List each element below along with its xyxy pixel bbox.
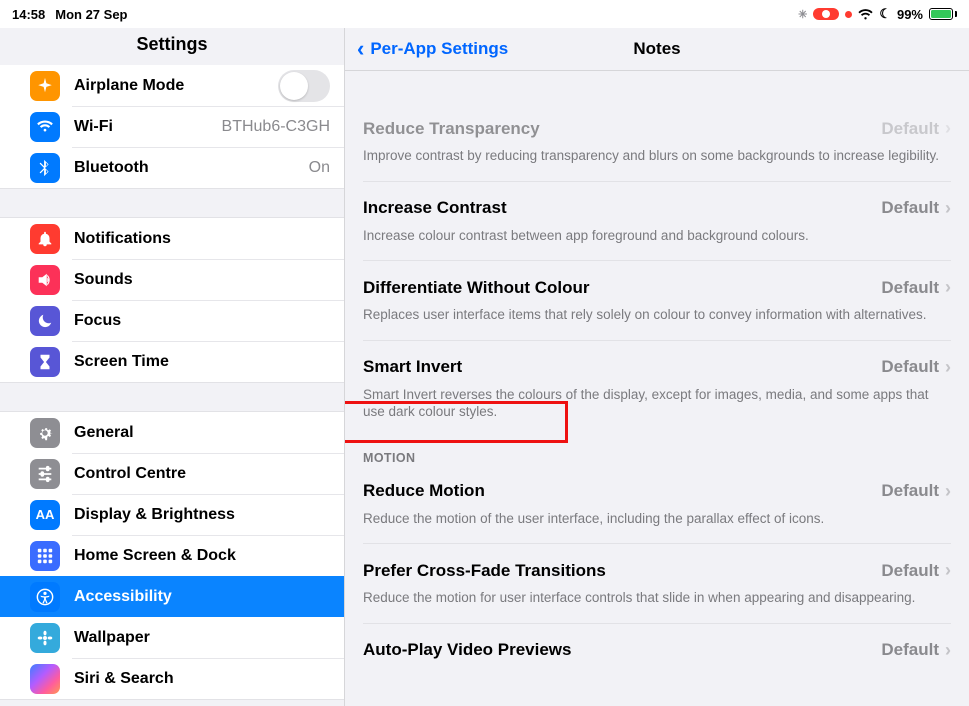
- wifi-label: Wi-Fi: [74, 118, 113, 136]
- airplane-toggle[interactable]: [278, 70, 330, 102]
- sidebar-item-bluetooth[interactable]: Bluetooth On: [0, 147, 344, 188]
- screen-record-indicator[interactable]: [813, 8, 839, 20]
- chevron-right-icon: ›: [945, 560, 951, 581]
- setting-label: Auto-Play Video Previews: [363, 640, 571, 660]
- page-title: Notes: [345, 39, 969, 59]
- setting-reduce-motion[interactable]: Reduce Motion Default ›: [363, 465, 951, 502]
- main-header: ‹ Per-App Settings Notes: [345, 28, 969, 71]
- setting-cross-fade[interactable]: Prefer Cross-Fade Transitions Default ›: [363, 544, 951, 581]
- setting-reduce-transparency[interactable]: Reduce Transparency Default ›: [363, 114, 951, 139]
- setting-description: Increase colour contrast between app for…: [363, 219, 951, 262]
- status-bar: 14:58 Mon 27 Sep ✳︎ ☾ 99%: [0, 0, 969, 28]
- sidebar-title: Settings: [0, 28, 344, 65]
- sidebar-item-focus[interactable]: Focus: [0, 300, 344, 341]
- sidebar-item-general[interactable]: General: [0, 412, 344, 453]
- battery-icon: [929, 8, 957, 20]
- settings-list[interactable]: Reduce Transparency Default › Improve co…: [345, 114, 969, 661]
- sidebar-item-control-centre[interactable]: Control Centre: [0, 453, 344, 494]
- dnd-moon-icon: ☾: [879, 6, 891, 22]
- flower-icon: [30, 623, 60, 653]
- status-date: Mon 27 Sep: [55, 7, 127, 22]
- main-panel: ‹ Per-App Settings Notes Reduce Transpar…: [345, 28, 969, 706]
- chevron-right-icon: ›: [945, 198, 951, 219]
- chevron-right-icon: ›: [945, 118, 951, 139]
- chevron-right-icon: ›: [945, 481, 951, 502]
- setting-value: Default: [881, 481, 939, 501]
- bluetooth-value: On: [309, 159, 330, 177]
- wifi-settings-icon: [30, 112, 60, 142]
- grid-icon: [30, 541, 60, 571]
- wallpaper-label: Wallpaper: [74, 629, 150, 647]
- airplane-label: Airplane Mode: [74, 77, 184, 95]
- setting-value: Default: [881, 278, 939, 298]
- sidebar-item-siri[interactable]: Siri & Search: [0, 658, 344, 699]
- control-centre-label: Control Centre: [74, 465, 186, 483]
- setting-increase-contrast[interactable]: Increase Contrast Default ›: [363, 182, 951, 219]
- setting-autoplay-video[interactable]: Auto-Play Video Previews Default ›: [363, 624, 951, 661]
- sidebar-item-accessibility[interactable]: Accessibility: [0, 576, 344, 617]
- loading-indicator-icon: ✳︎: [798, 8, 807, 21]
- bluetooth-label: Bluetooth: [74, 159, 149, 177]
- bell-icon: [30, 224, 60, 254]
- gear-icon: [30, 418, 60, 448]
- setting-value: Default: [881, 119, 939, 139]
- sliders-icon: [30, 459, 60, 489]
- sidebar-item-display[interactable]: AA Display & Brightness: [0, 494, 344, 535]
- setting-description: Replaces user interface items that rely …: [363, 298, 951, 341]
- wifi-icon: [858, 9, 873, 20]
- setting-value: Default: [881, 561, 939, 581]
- setting-label: Reduce Transparency: [363, 119, 540, 139]
- setting-label: Smart Invert: [363, 357, 462, 377]
- chevron-right-icon: ›: [945, 640, 951, 661]
- sounds-label: Sounds: [74, 271, 133, 289]
- display-label: Display & Brightness: [74, 506, 235, 524]
- setting-description: Reduce the motion of the user interface,…: [363, 502, 951, 545]
- battery-percentage: 99%: [897, 7, 923, 22]
- sidebar-item-airplane[interactable]: Airplane Mode: [0, 65, 344, 106]
- setting-label: Differentiate Without Colour: [363, 278, 590, 298]
- sidebar-item-screentime[interactable]: Screen Time: [0, 341, 344, 382]
- recording-dot-icon: [845, 11, 852, 18]
- speaker-icon: [30, 265, 60, 295]
- home-dock-label: Home Screen & Dock: [74, 547, 236, 565]
- setting-label: Increase Contrast: [363, 198, 507, 218]
- bluetooth-icon: [30, 153, 60, 183]
- focus-label: Focus: [74, 312, 121, 330]
- chevron-right-icon: ›: [945, 277, 951, 298]
- chevron-right-icon: ›: [945, 357, 951, 378]
- status-time: 14:58: [12, 7, 45, 22]
- general-label: General: [74, 424, 134, 442]
- setting-label: Prefer Cross-Fade Transitions: [363, 561, 606, 581]
- sidebar-item-wifi[interactable]: Wi-Fi BTHub6-C3GH: [0, 106, 344, 147]
- setting-description: Reduce the motion for user interface con…: [363, 581, 951, 624]
- accessibility-label: Accessibility: [74, 588, 172, 606]
- accessibility-icon: [30, 582, 60, 612]
- setting-value: Default: [881, 640, 939, 660]
- screentime-label: Screen Time: [74, 353, 169, 371]
- moon-icon: [30, 306, 60, 336]
- sidebar-item-sounds[interactable]: Sounds: [0, 259, 344, 300]
- hourglass-icon: [30, 347, 60, 377]
- settings-sidebar: Settings Airplane Mode Wi-Fi BTHub6-C3GH…: [0, 28, 345, 706]
- sidebar-item-home-dock[interactable]: Home Screen & Dock: [0, 535, 344, 576]
- setting-value: Default: [881, 357, 939, 377]
- sidebar-item-notifications[interactable]: Notifications: [0, 218, 344, 259]
- siri-label: Siri & Search: [74, 670, 174, 688]
- notifications-label: Notifications: [74, 230, 171, 248]
- setting-value: Default: [881, 198, 939, 218]
- setting-description: Improve contrast by reducing transparenc…: [363, 139, 951, 182]
- section-header-motion: MOTION: [363, 437, 951, 465]
- siri-icon: [30, 664, 60, 694]
- sidebar-item-wallpaper[interactable]: Wallpaper: [0, 617, 344, 658]
- setting-description: Smart Invert reverses the colours of the…: [363, 378, 951, 437]
- setting-label: Reduce Motion: [363, 481, 485, 501]
- airplane-icon: [30, 71, 60, 101]
- setting-smart-invert[interactable]: Smart Invert Default ›: [363, 341, 951, 378]
- wifi-value: BTHub6-C3GH: [222, 118, 330, 136]
- setting-differentiate-colour[interactable]: Differentiate Without Colour Default ›: [363, 261, 951, 298]
- text-size-icon: AA: [30, 500, 60, 530]
